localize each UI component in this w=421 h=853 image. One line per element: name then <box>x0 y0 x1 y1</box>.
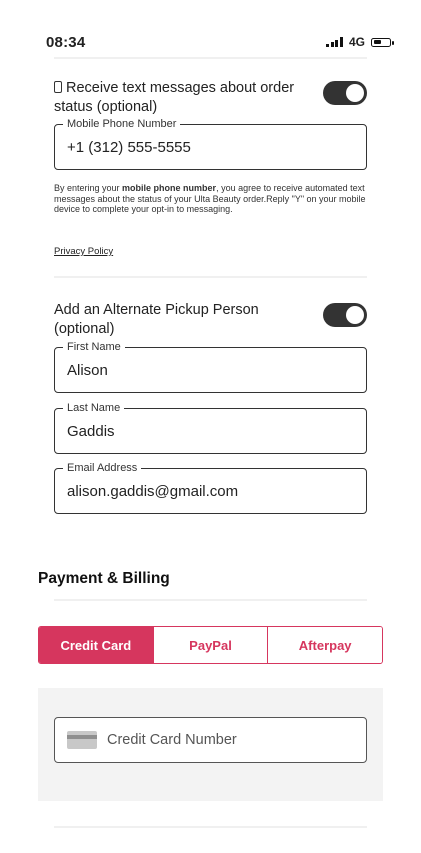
network-type: 4G <box>348 35 365 49</box>
credit-card-panel: Credit Card Number <box>38 688 383 801</box>
last-name-input[interactable]: Gaddis <box>67 423 115 440</box>
mobile-phone-icon <box>54 81 62 93</box>
section-divider <box>54 276 367 278</box>
last-name-label: Last Name <box>63 401 125 415</box>
mobile-phone-label: Mobile Phone Number <box>63 117 181 131</box>
sms-opt-in-toggle[interactable] <box>323 81 367 105</box>
battery-icon <box>371 37 394 47</box>
alternate-pickup-toggle[interactable] <box>323 303 367 327</box>
payment-billing-title: Payment & Billing <box>38 570 170 587</box>
mobile-phone-field[interactable]: Mobile Phone Number +1 (312) 555-5555 <box>54 117 367 170</box>
sms-opt-in-label: Receive text messages about order status… <box>54 80 295 115</box>
first-name-label: First Name <box>63 340 125 354</box>
status-time: 08:34 <box>46 34 86 51</box>
payment-method-tabs: Credit Card PayPal Afterpay <box>38 626 383 664</box>
alternate-pickup-row: Add an Alternate Pickup Person (optional… <box>54 301 367 339</box>
payment-divider <box>54 599 367 601</box>
mobile-phone-input[interactable]: +1 (312) 555-5555 <box>67 139 191 156</box>
status-bar: 08:34 4G <box>0 0 421 52</box>
privacy-policy-link[interactable]: Privacy Policy <box>54 246 113 257</box>
email-label: Email Address <box>63 461 142 475</box>
tab-credit-card[interactable]: Credit Card <box>39 627 153 663</box>
alternate-pickup-label: Add an Alternate Pickup Person (optional… <box>54 302 259 337</box>
status-indicators: 4G <box>326 35 394 49</box>
signal-icon <box>326 37 343 47</box>
email-input[interactable]: alison.gaddis@gmail.com <box>67 483 238 500</box>
tab-afterpay[interactable]: Afterpay <box>267 627 382 663</box>
credit-card-icon <box>67 731 97 749</box>
tab-paypal[interactable]: PayPal <box>152 627 268 663</box>
first-name-input[interactable]: Alison <box>67 362 108 379</box>
top-divider <box>54 57 367 59</box>
last-name-field[interactable]: Last Name Gaddis <box>54 401 367 454</box>
sms-legal-text: By entering your mobile phone number, yo… <box>54 183 366 214</box>
toggle-knob <box>346 306 364 324</box>
first-name-field[interactable]: First Name Alison <box>54 340 367 393</box>
toggle-knob <box>346 84 364 102</box>
credit-card-number-field[interactable]: Credit Card Number <box>54 717 367 763</box>
email-field[interactable]: Email Address alison.gaddis@gmail.com <box>54 461 367 514</box>
sms-opt-in-row: Receive text messages about order status… <box>54 79 367 117</box>
bottom-divider <box>54 826 367 828</box>
credit-card-number-placeholder: Credit Card Number <box>107 732 237 748</box>
